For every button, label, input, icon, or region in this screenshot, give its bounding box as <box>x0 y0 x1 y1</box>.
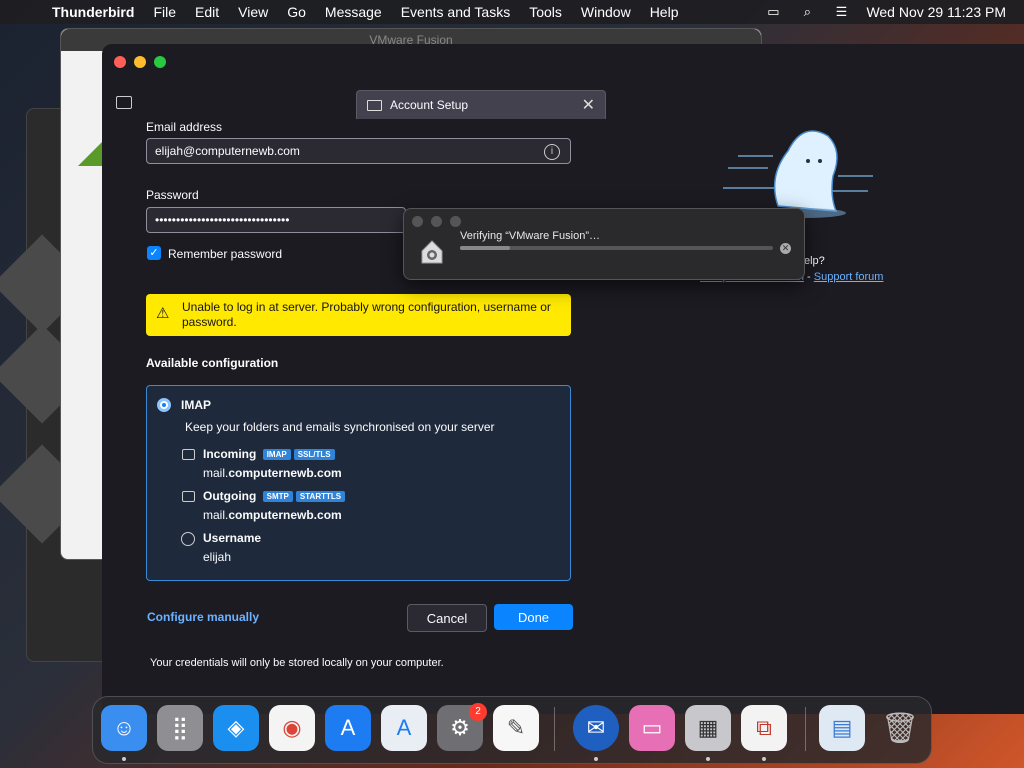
verifying-dialog: Verifying “VMware Fusion”… ✕ <box>403 208 805 280</box>
remember-password-checkbox[interactable]: ✓ <box>147 246 161 260</box>
password-field[interactable]: •••••••••••••••••••••••••••••••• <box>146 207 406 233</box>
menu-tools[interactable]: Tools <box>529 4 562 20</box>
textedit-icon[interactable]: ✎ <box>493 705 539 751</box>
help-separator: - <box>807 271 811 283</box>
verifying-text: Verifying “VMware Fusion”… <box>460 230 600 242</box>
tab-account-setup[interactable]: Account Setup ✕ <box>356 90 606 119</box>
chrome-icon[interactable]: ◉ <box>269 705 315 751</box>
menu-window[interactable]: Window <box>581 4 631 20</box>
outgoing-badge-smtp: SMTP <box>262 491 293 502</box>
vmware-green-shape <box>78 140 104 166</box>
tab-title: Account Setup <box>390 98 469 112</box>
menu-go[interactable]: Go <box>287 4 306 20</box>
configure-manually-link[interactable]: Configure manually <box>147 610 259 624</box>
spotlight-search-icon[interactable]: ⌕ <box>798 4 816 19</box>
dock: ☺ ⣿ ◈ ◉ A A ⚙ 2 ✎ ✉ ▭ ▦ ⧉ ▤ 🗑 <box>92 696 932 764</box>
credentials-footnote: Your credentials will only be stored loc… <box>150 657 444 669</box>
boot-camp-icon[interactable]: ▦ <box>685 705 731 751</box>
menu-bar: Thunderbird File Edit View Go Message Ev… <box>0 0 1024 24</box>
close-window-button[interactable] <box>114 56 126 68</box>
imap-radio[interactable] <box>157 398 171 412</box>
protocol-description: Keep your folders and emails synchronise… <box>185 420 495 434</box>
incoming-badge-ssl: SSL/TLS <box>293 449 335 460</box>
menu-clock[interactable]: Wed Nov 29 11:23 PM <box>866 4 1006 20</box>
incoming-label: Incoming <box>203 447 257 461</box>
vmware-fusion-icon[interactable]: ⧉ <box>741 705 787 751</box>
zoom-window-button[interactable] <box>154 56 166 68</box>
folder-icon[interactable] <box>116 96 132 109</box>
menu-events-tasks[interactable]: Events and Tasks <box>401 4 510 20</box>
username-value: elijah <box>203 550 232 564</box>
incoming-server-icon <box>182 449 195 460</box>
incoming-badge-imap: IMAP <box>262 449 291 460</box>
minimize-window-button[interactable] <box>134 56 146 68</box>
password-label: Password <box>146 188 199 202</box>
menu-help[interactable]: Help <box>650 4 679 20</box>
email-label: Email address <box>146 120 223 134</box>
menu-view[interactable]: View <box>238 4 268 20</box>
imap-config-option[interactable]: IMAP Keep your folders and emails synchr… <box>146 385 571 581</box>
menu-message[interactable]: Message <box>325 4 382 20</box>
safari-icon[interactable]: ◈ <box>213 705 259 751</box>
verify-progress-bar <box>460 246 773 250</box>
finder-icon[interactable]: ☺ <box>101 705 147 751</box>
dialog-close-button[interactable] <box>412 216 423 227</box>
stop-verify-icon[interactable]: ✕ <box>780 243 791 254</box>
username-label: Username <box>203 531 262 545</box>
password-value: •••••••••••••••••••••••••••••••• <box>155 213 290 227</box>
menu-edit[interactable]: Edit <box>195 4 219 20</box>
info-icon[interactable]: i <box>544 144 560 160</box>
help-question: elp? <box>804 255 825 267</box>
xcode-instruments-icon[interactable]: A <box>381 705 427 751</box>
system-settings-badge: 2 <box>469 703 487 721</box>
protocol-label: IMAP <box>181 398 211 412</box>
control-center-icon[interactable]: ☰ <box>832 4 850 19</box>
menu-app-name[interactable]: Thunderbird <box>52 4 134 20</box>
thunderbird-icon[interactable]: ✉ <box>573 705 619 751</box>
remember-password-label: Remember password <box>168 247 283 261</box>
done-button[interactable]: Done <box>494 604 573 630</box>
launchpad-icon[interactable]: ⣿ <box>157 705 203 751</box>
preview-icon[interactable]: ▤ <box>819 705 865 751</box>
cancel-button[interactable]: Cancel <box>407 604 487 632</box>
menu-file[interactable]: File <box>153 4 176 20</box>
email-field[interactable]: elijah@computernewb.com i <box>146 138 571 164</box>
warning-icon: ⚠ <box>156 305 170 322</box>
user-icon <box>181 532 195 546</box>
outgoing-server-icon <box>182 491 195 502</box>
gatekeeper-house-icon <box>421 240 443 264</box>
app-store-icon[interactable]: A <box>325 705 371 751</box>
envelope-icon <box>367 99 382 111</box>
outgoing-label: Outgoing <box>203 489 257 503</box>
thunderbird-window: Account Setup ✕ Email address elijah@com… <box>102 44 1024 714</box>
window-controls <box>114 56 166 68</box>
cleanmymac-icon[interactable]: ▭ <box>629 705 675 751</box>
outgoing-badge-starttls: STARTTLS <box>295 491 346 502</box>
warning-text: Unable to log in at server. Probably wro… <box>182 300 551 329</box>
login-error-banner: ⚠ Unable to log in at server. Probably w… <box>146 294 571 336</box>
email-value: elijah@computernewb.com <box>155 144 300 158</box>
support-forum-link[interactable]: Support forum <box>814 271 884 283</box>
dialog-minimize-button[interactable] <box>431 216 442 227</box>
dialog-zoom-button[interactable] <box>450 216 461 227</box>
trash-icon[interactable]: 🗑 <box>877 705 923 751</box>
outgoing-host: mail.computernewb.com <box>203 508 342 522</box>
incoming-host: mail.computernewb.com <box>203 466 342 480</box>
dialog-window-controls <box>412 216 461 227</box>
close-tab-icon[interactable]: ✕ <box>582 95 595 115</box>
screen-mirroring-icon[interactable]: ▭ <box>764 4 782 19</box>
available-configuration-title: Available configuration <box>146 356 279 370</box>
